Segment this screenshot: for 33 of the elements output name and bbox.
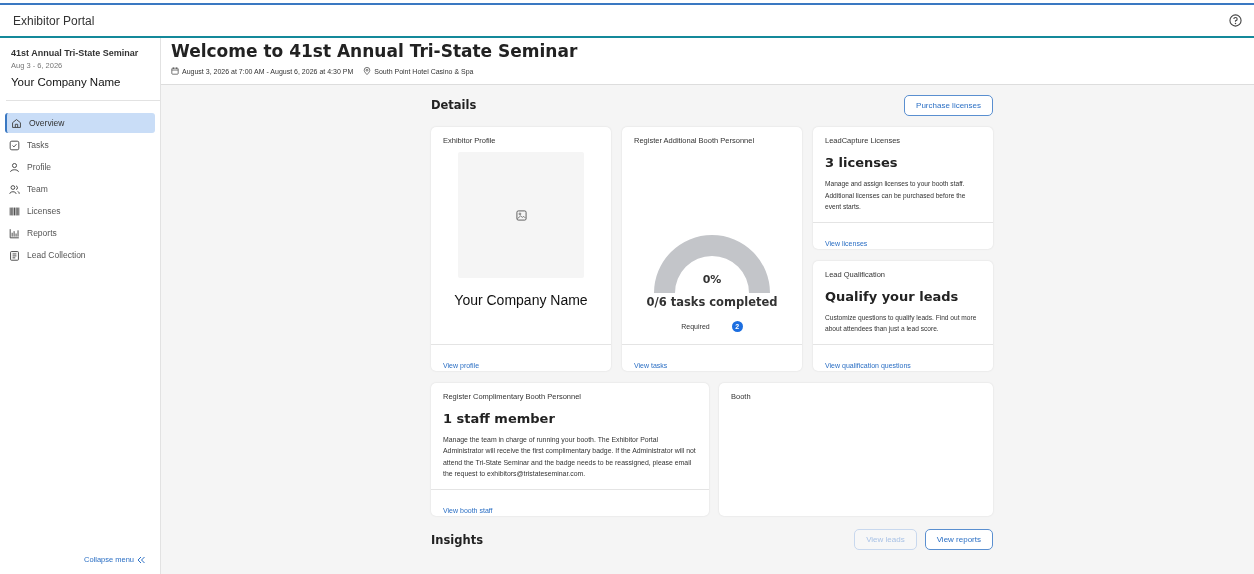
card-headline: 1 staff member <box>443 410 556 426</box>
sidebar-item[interactable]: Licenses <box>5 201 155 221</box>
tasks-summary: 0/6 tasks completed <box>645 295 779 309</box>
section-heading: Insights <box>431 532 483 547</box>
card-headline: Qualify your leads <box>825 288 960 304</box>
card-headline: 3 licenses <box>825 155 899 170</box>
company-name: Your Company Name <box>11 76 122 88</box>
home-icon <box>11 117 22 129</box>
view-button[interactable]: View reports <box>924 529 993 550</box>
people-icon <box>9 183 20 195</box>
company-name: Your Company Name <box>453 292 589 308</box>
sidebar-item[interactable]: Lead Collection <box>5 245 155 265</box>
calendar-icon <box>171 67 179 75</box>
person-icon <box>9 161 20 173</box>
progress-percent: 0% <box>701 273 723 286</box>
sidebar-item[interactable]: Reports <box>5 223 155 243</box>
checkbox-icon <box>9 139 20 151</box>
barcode-icon <box>9 205 20 217</box>
bar-chart-icon <box>9 227 20 239</box>
sidebar-item[interactable]: Team <box>5 179 155 199</box>
double-chevron-icon <box>137 555 145 564</box>
sidebar-item[interactable]: Overview <box>5 113 155 133</box>
page-title: Welcome to 41st Annual Tri-State Seminar <box>171 41 579 61</box>
purchase-licenses-button[interactable]: Purchase licenses <box>904 94 993 116</box>
location-pin-icon <box>363 67 372 75</box>
clipboard-icon <box>9 249 20 261</box>
help-icon <box>1229 14 1242 27</box>
image-icon <box>515 209 527 221</box>
event-name: 41st Annual Tri-State Seminar <box>11 48 140 58</box>
sidebar-item[interactable]: Profile <box>5 157 155 177</box>
app-title: Exhibitor Portal <box>13 13 95 28</box>
section-heading: Details <box>431 98 477 112</box>
sidebar-item[interactable]: Tasks <box>5 135 155 155</box>
